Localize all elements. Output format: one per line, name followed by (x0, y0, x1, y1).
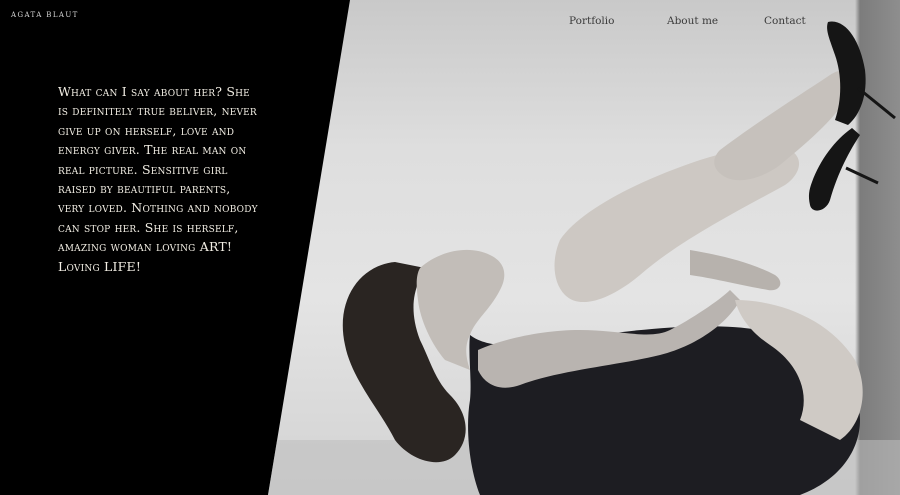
brand-logo[interactable]: Agata Blaut (11, 11, 79, 19)
nav-about-me[interactable]: About me (667, 15, 718, 27)
about-text: What can I say about her? She is definit… (58, 84, 258, 274)
nav-contact[interactable]: Contact (764, 15, 806, 27)
about-page: Agata Blaut Portfolio About me Contact W… (0, 0, 900, 495)
nav-portfolio[interactable]: Portfolio (569, 15, 614, 27)
